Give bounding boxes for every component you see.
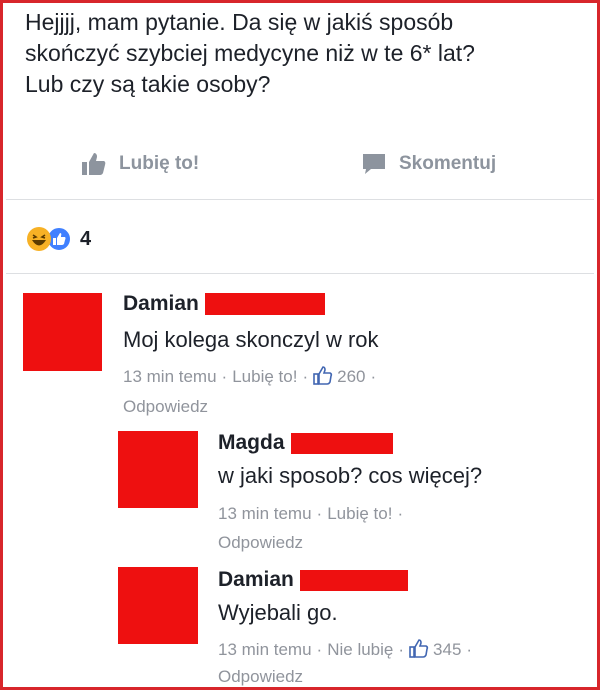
post-card: Hejjjj, mam pytanie. Da się w jakiś spos… [0, 0, 600, 690]
divider [6, 199, 594, 200]
comment-meta: 13 min temu · Lubię to! · 260 · [123, 363, 381, 391]
like-button[interactable]: Lubię to! [81, 149, 199, 179]
reply-link[interactable]: Odpowiedz [218, 663, 303, 691]
comment-author-name: Magda [218, 431, 285, 454]
comment-text: Moj kolega skonczyl w rok [123, 327, 379, 352]
comment-like-link[interactable]: Lubię to! [232, 363, 297, 391]
thumbs-up-outline-icon [313, 366, 333, 385]
comment-like-link[interactable]: Lubię to! [327, 500, 392, 528]
avatar[interactable] [118, 431, 198, 508]
comment-button[interactable]: Skomentuj [361, 149, 496, 179]
comment-like-count: 260 [337, 367, 366, 386]
avatar[interactable] [23, 293, 102, 371]
divider [6, 273, 594, 274]
avatar[interactable] [118, 567, 198, 644]
post-text: Hejjjj, mam pytanie. Da się w jakiś spos… [25, 7, 585, 100]
like-button-label: Lubię to! [119, 153, 200, 174]
comment-text: w jaki sposob? cos więcej? [218, 463, 483, 488]
comment-author[interactable]: Magda [218, 431, 393, 455]
comment-like-count: 345 [433, 640, 462, 659]
comment-text: Wyjebali go. [218, 600, 338, 625]
comment-meta: 13 min temu · Nie lubię · 345 · [218, 636, 477, 664]
comment-author[interactable]: Damian [218, 568, 408, 592]
comment-button-label: Skomentuj [399, 153, 497, 174]
redacted-surname [299, 569, 408, 591]
haha-icon [27, 227, 51, 251]
comment-meta: 13 min temu · Lubię to! · [218, 500, 408, 528]
thumbs-up-outline-icon [409, 639, 429, 658]
post-text-line: Lub czy są takie osoby? [25, 71, 271, 97]
comment-likes[interactable]: 345 [409, 636, 461, 664]
reply-link[interactable]: Odpowiedz [123, 393, 208, 421]
redacted-surname [204, 293, 325, 316]
comment-time[interactable]: 13 min temu [218, 636, 312, 664]
post-text-line: Hejjjj, mam pytanie. Da się w jakiś spos… [25, 9, 454, 35]
thumbs-up-icon [82, 153, 106, 175]
comment-time[interactable]: 13 min temu [218, 500, 312, 528]
comment-likes[interactable]: 260 [313, 363, 366, 391]
comment-author[interactable]: Damian [123, 292, 325, 316]
reaction-count: 4 [80, 227, 92, 250]
comment-like-link[interactable]: Nie lubię [327, 636, 393, 664]
comment-author-name: Damian [218, 568, 294, 591]
speech-bubble-icon [363, 154, 385, 174]
post-text-line: skończyć szybciej medycyne niż w te 6* l… [25, 40, 475, 66]
redacted-surname [290, 432, 393, 454]
comment-time[interactable]: 13 min temu [123, 363, 217, 391]
reactions-summary[interactable]: 4 [27, 225, 91, 253]
comment-author-name: Damian [123, 292, 199, 315]
reply-link[interactable]: Odpowiedz [218, 529, 303, 557]
